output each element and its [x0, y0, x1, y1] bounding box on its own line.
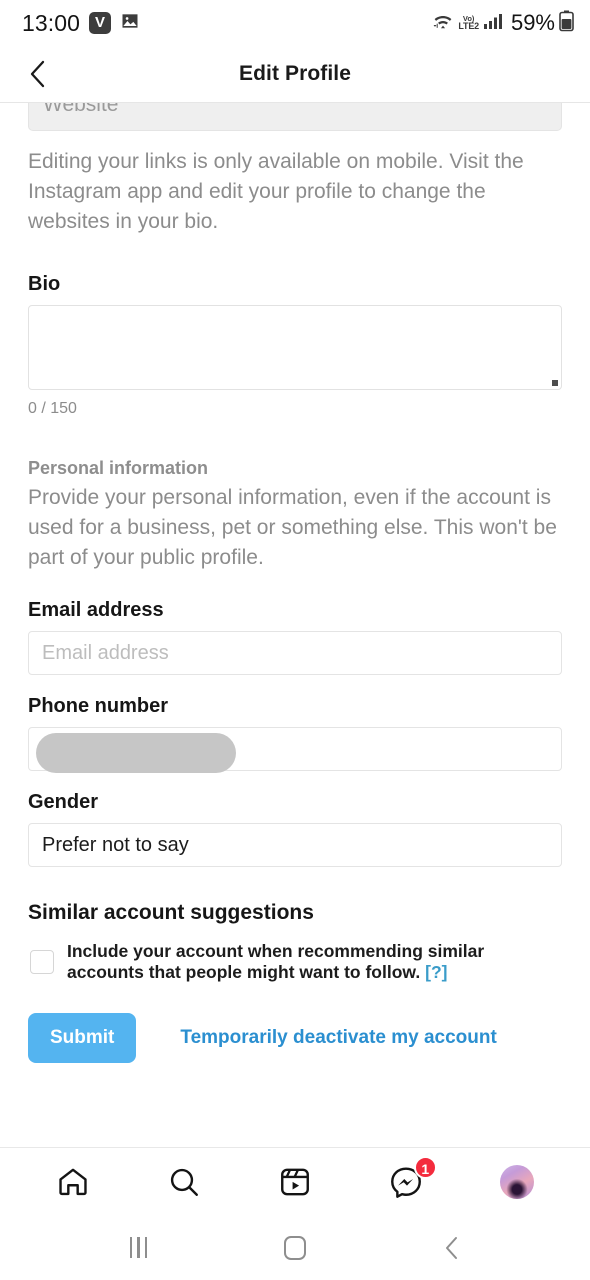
email-field[interactable]: Email address	[28, 631, 562, 675]
similar-accounts-label: Include your account when recommending s…	[67, 941, 562, 983]
bio-char-counter: 0 / 150	[28, 400, 77, 417]
battery-icon	[559, 10, 574, 37]
submit-button[interactable]: Submit	[28, 1013, 137, 1063]
email-label: Email address	[28, 599, 164, 621]
status-bar: 13:00 V Vo) LTE2 59%	[0, 0, 590, 46]
android-back-button[interactable]	[429, 1225, 475, 1271]
nav-item-home[interactable]	[46, 1158, 100, 1206]
bottom-navigation: 1	[0, 1147, 590, 1215]
personal-information-section: Personal information Provide your person…	[28, 458, 562, 573]
similar-accounts-row[interactable]: Include your account when recommending s…	[28, 941, 562, 983]
similar-accounts-checkbox[interactable]	[30, 950, 54, 974]
phone-label: Phone number	[28, 695, 169, 717]
volte-bottom-label: LTE2	[458, 21, 479, 32]
status-bar-left: 13:00 V	[22, 10, 140, 37]
email-group: Email address Email address	[28, 599, 562, 675]
app-header: Edit Profile	[0, 46, 590, 103]
gender-group: Gender Prefer not to say	[28, 791, 562, 867]
phone-screen: 13:00 V Vo) LTE2 59% Edit Profile Websit…	[0, 0, 590, 1280]
website-placeholder: Website	[43, 103, 119, 116]
reels-icon	[281, 1168, 309, 1195]
form-actions: Submit Temporarily deactivate my account	[28, 1013, 562, 1063]
android-navigation-bar	[0, 1215, 590, 1280]
status-time: 13:00	[22, 9, 81, 36]
home-square-icon	[283, 1235, 306, 1260]
home-icon	[59, 1168, 88, 1195]
personal-information-heading: Personal information	[28, 458, 209, 478]
resize-grip-icon[interactable]	[552, 380, 558, 386]
recents-icon	[129, 1237, 148, 1258]
volte-icon: Vo) LTE2	[458, 15, 479, 32]
wifi-icon	[432, 12, 454, 35]
back-chevron-icon	[445, 1236, 457, 1259]
back-button[interactable]	[18, 54, 58, 94]
v-badge-icon: V	[89, 12, 112, 34]
gender-field[interactable]: Prefer not to say	[28, 823, 562, 867]
nav-item-search[interactable]	[157, 1158, 211, 1206]
image-icon	[120, 11, 140, 36]
deactivate-account-link[interactable]: Temporarily deactivate my account	[180, 1027, 496, 1049]
similar-accounts-label-text: Include your account when recommending s…	[67, 941, 485, 982]
edit-profile-form: Website Editing your links is only avail…	[0, 103, 590, 1063]
website-input[interactable]: Website	[28, 103, 562, 131]
search-icon	[171, 1168, 199, 1196]
phone-redaction-overlay	[36, 733, 236, 773]
avatar-icon[interactable]	[499, 1164, 534, 1199]
signal-bars-icon	[483, 12, 505, 35]
phone-group: Phone number	[28, 695, 562, 773]
android-recents-button[interactable]	[115, 1225, 161, 1271]
page-title: Edit Profile	[238, 62, 352, 85]
android-home-button[interactable]	[272, 1225, 318, 1271]
bio-textarea[interactable]	[28, 305, 562, 390]
website-helper-text: Editing your links is only available on …	[28, 150, 524, 233]
messenger-badge: 1	[413, 1155, 437, 1179]
battery-percent-label: 59%	[510, 10, 555, 35]
status-bar-right: Vo) LTE2 59%	[432, 10, 574, 37]
nav-item-profile[interactable]	[490, 1158, 544, 1206]
personal-information-description: Provide your personal information, even …	[28, 486, 557, 569]
nav-item-messenger[interactable]: 1	[379, 1155, 437, 1206]
similar-accounts-heading: Similar account suggestions	[28, 901, 314, 924]
similar-accounts-help-link[interactable]: [?]	[425, 962, 447, 982]
back-chevron-icon	[30, 60, 45, 88]
nav-item-reels[interactable]	[268, 1158, 322, 1206]
gender-label: Gender	[28, 791, 99, 813]
bio-label: Bio	[28, 273, 61, 295]
